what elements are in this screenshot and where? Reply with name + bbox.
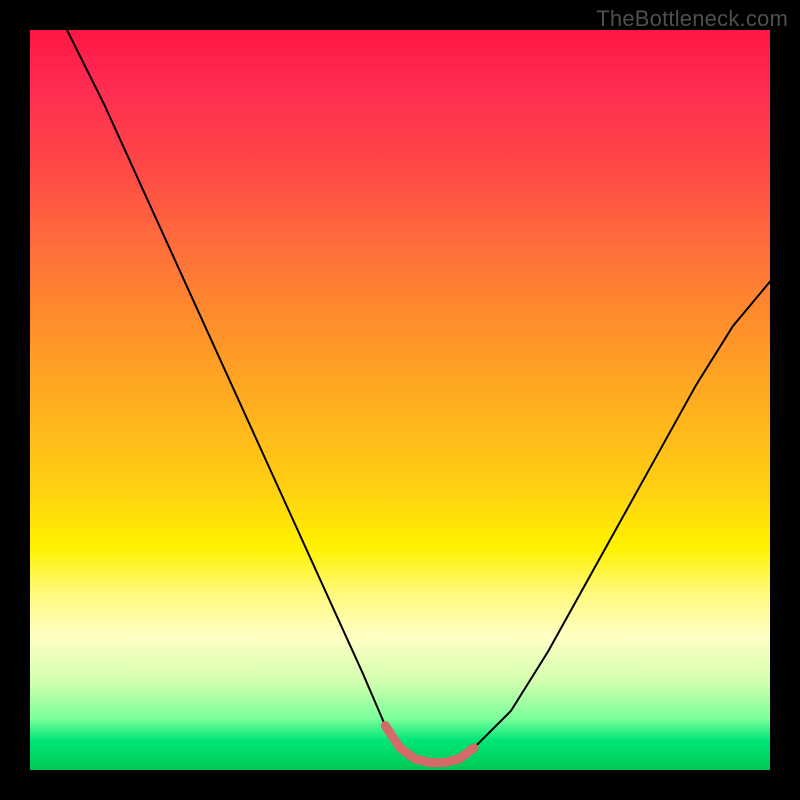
watermark-text: TheBottleneck.com — [596, 6, 788, 32]
plot-area — [30, 30, 770, 770]
chart-svg — [30, 30, 770, 770]
chart-frame: TheBottleneck.com — [0, 0, 800, 800]
highlight-band — [385, 726, 474, 763]
bottleneck-curve — [67, 30, 770, 763]
